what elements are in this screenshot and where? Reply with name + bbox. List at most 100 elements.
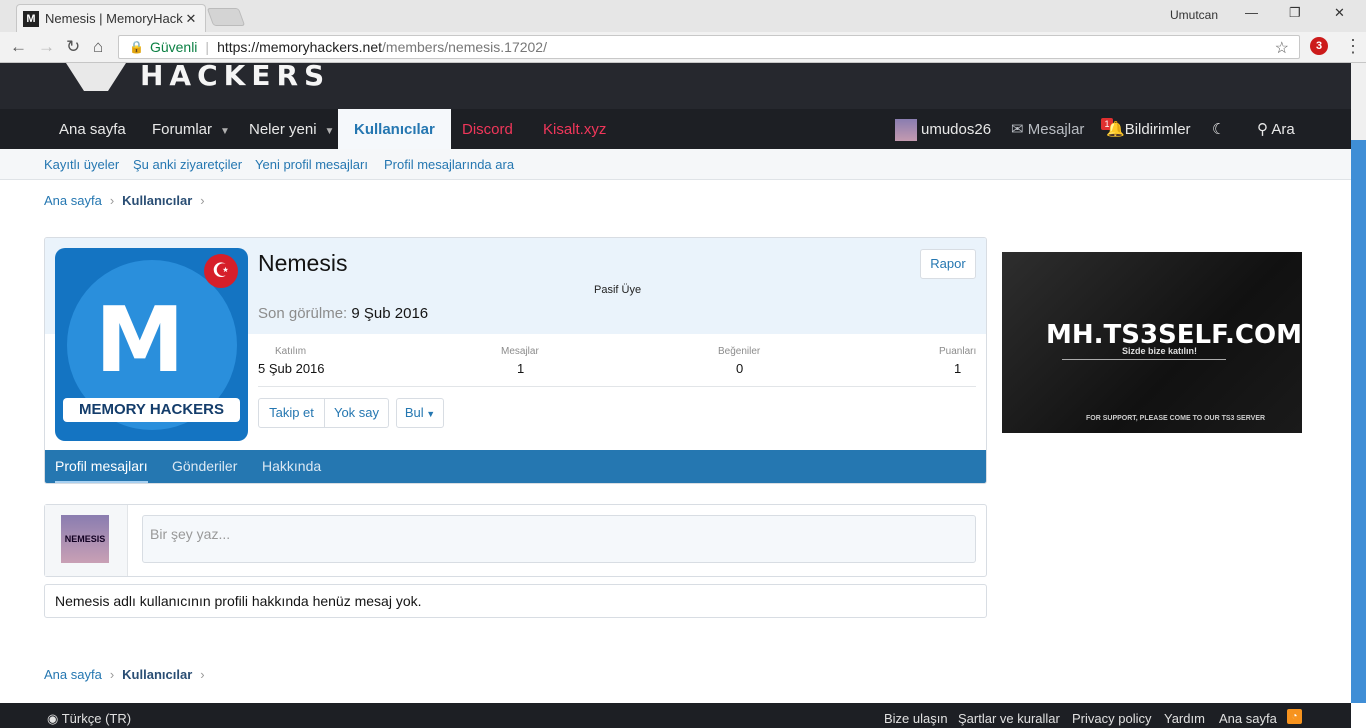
breadcrumb-members[interactable]: Kullanıcılar [122, 193, 192, 208]
subnav-search-profile-posts[interactable]: Profil mesajlarında ara [384, 157, 514, 172]
breadcrumb-members[interactable]: Kullanıcılar [122, 667, 192, 682]
bell-icon: 🔔 [1106, 121, 1125, 138]
address-separator: | [205, 39, 210, 55]
footer-home[interactable]: Ana sayfa [1219, 711, 1277, 726]
breadcrumb-home[interactable]: Ana sayfa [44, 667, 102, 682]
post-avatar-column: NEMESIS [45, 505, 128, 576]
nav-search[interactable]: ⚲ Ara [1257, 109, 1295, 149]
url-text: https://memoryhackers.net/members/nemesi… [217, 39, 547, 55]
stat-likes-value: 0 [736, 361, 744, 376]
nav-alerts[interactable]: 🔔Bildirimler [1106, 109, 1191, 149]
scrollbar-thumb[interactable] [1351, 140, 1366, 703]
nav-discord[interactable]: Discord [462, 109, 513, 149]
chevron-down-icon[interactable]: ▼ [220, 126, 230, 137]
window-close-icon[interactable]: ✕ [1334, 5, 1345, 21]
lock-icon: 🔒 [129, 40, 144, 54]
avatar[interactable]: NEMESIS [61, 515, 109, 563]
chevron-down-icon[interactable]: ▼ [325, 126, 335, 137]
stat-points-label: Puanları [939, 346, 977, 357]
site-logo[interactable]: HACKERS [140, 59, 330, 92]
url-host: https://memoryhackers.net [217, 39, 383, 55]
subnav-new-profile-posts[interactable]: Yeni profil mesajları [255, 157, 368, 172]
browser-tab[interactable]: M Nemesis | MemoryHacke ✕ [16, 4, 206, 32]
nav-messages[interactable]: ✉ Mesajlar [1011, 109, 1084, 149]
subnav-current-visitors[interactable]: Şu anki ziyaretçiler [133, 157, 242, 172]
nav-messages-label: Mesajlar [1027, 121, 1085, 138]
extension-icon[interactable]: 3 [1310, 37, 1328, 55]
reload-icon[interactable]: ↻ [66, 37, 80, 57]
browser-menu-icon[interactable]: ⋮ [1344, 36, 1362, 57]
chevron-right-icon: › [109, 667, 115, 682]
tab-title: Nemesis | MemoryHacke [45, 11, 183, 26]
address-bar[interactable]: 🔒 Güvenli | https://memoryhackers.net/me… [118, 35, 1300, 59]
url-path: /members/nemesis.17202/ [382, 39, 547, 55]
language-chooser[interactable]: ◉ Türkçe (TR) [47, 711, 131, 727]
report-button[interactable]: Rapor [920, 249, 976, 279]
forward-icon[interactable]: → [38, 37, 55, 57]
back-icon[interactable]: ← [10, 37, 27, 57]
chevron-down-icon: ▼ [423, 409, 436, 419]
logo-mark-icon[interactable] [66, 63, 126, 93]
new-tab-button[interactable] [206, 8, 246, 26]
stat-messages-label: Mesajlar [501, 346, 539, 357]
nav-whats-new[interactable]: Neler yeni ▼ [249, 109, 334, 149]
site-footer: ◉ Türkçe (TR) Bize ulaşın Şartlar ve kur… [0, 703, 1351, 728]
follow-button[interactable]: Takip et [258, 398, 325, 428]
footer-contact[interactable]: Bize ulaşın [884, 711, 948, 726]
nav-alerts-label: Bildirimler [1124, 121, 1191, 138]
post-input[interactable]: Bir şey yaz... [142, 515, 976, 563]
chevron-right-icon: › [109, 193, 115, 208]
rss-icon[interactable]: ◔ [1287, 709, 1302, 724]
browser-tabstrip: M Nemesis | MemoryHacke ✕ Umutcan — ❐ ✕ [0, 0, 1366, 32]
nav-kisalt[interactable]: Kisalt.xyz [543, 109, 606, 149]
browser-profile-name[interactable]: Umutcan [1170, 8, 1218, 22]
stat-messages-value[interactable]: 1 [517, 361, 524, 376]
tab-postings[interactable]: Gönderiler [172, 450, 237, 483]
envelope-icon: ✉ [1011, 121, 1028, 138]
profile-avatar[interactable]: M ☪ MEMORY HACKERS [55, 248, 248, 441]
stat-joined-label: Katılım [275, 346, 307, 357]
nav-search-label: Ara [1271, 121, 1295, 138]
moon-icon[interactable]: ☾ [1212, 109, 1225, 149]
home-icon[interactable]: ⌂ [93, 37, 103, 57]
restore-icon[interactable]: ❐ [1289, 5, 1301, 21]
turkish-flag-icon: ☪ [204, 254, 238, 288]
tab-about[interactable]: Hakkında [262, 450, 321, 483]
language-label: Türkçe (TR) [61, 711, 132, 726]
chevron-right-icon: › [200, 667, 205, 682]
nav-forums[interactable]: Forumlar ▼ [152, 109, 230, 149]
tab-profile-posts[interactable]: Profil mesajları [55, 450, 148, 483]
footer-privacy[interactable]: Privacy policy [1072, 711, 1151, 726]
stat-likes-label: Beğeniler [718, 346, 761, 357]
site-banner: HACKERS [0, 59, 1351, 109]
ignore-button[interactable]: Yok say [324, 398, 389, 428]
last-seen-label: Son görülme: [258, 305, 348, 322]
minimize-icon[interactable]: — [1245, 5, 1258, 20]
footer-terms[interactable]: Şartlar ve kurallar [958, 711, 1060, 726]
breadcrumb: Ana sayfa › Kullanıcılar › [44, 193, 213, 208]
profile-name: Nemesis [258, 250, 348, 276]
breadcrumb-home[interactable]: Ana sayfa [44, 193, 102, 208]
nav-whats-new-label: Neler yeni [249, 121, 317, 138]
subnav-registered-members[interactable]: Kayıtlı üyeler [44, 157, 119, 172]
nav-user-account[interactable]: umudos26 [895, 109, 991, 149]
m-logo-icon: M [95, 288, 185, 393]
avatar-caption: MEMORY HACKERS [63, 398, 240, 422]
ad-divider [1062, 359, 1226, 360]
sub-navbar: Kayıtlı üyeler Şu anki ziyaretçiler Yeni… [0, 149, 1351, 180]
footer-help[interactable]: Yardım [1164, 711, 1205, 726]
tab-close-icon[interactable]: ✕ [183, 11, 199, 27]
nav-username: umudos26 [921, 121, 992, 138]
nav-home[interactable]: Ana sayfa [59, 109, 126, 149]
stat-joined-value: 5 Şub 2016 [258, 361, 325, 376]
nav-forums-label: Forumlar [152, 121, 213, 138]
find-button[interactable]: Bul ▼ [396, 398, 444, 428]
ts3-advertisement[interactable]: MH.TS3SELF.COM Sizde bize katılın! FOR S… [1002, 252, 1302, 433]
find-button-label: Bul [404, 405, 424, 420]
stat-points-value[interactable]: 1 [954, 361, 961, 376]
main-navbar: Ana sayfa Forumlar ▼ Neler yeni ▼ Kullanıc… [0, 109, 1351, 149]
nav-members[interactable]: Kullanıcılar [338, 109, 451, 149]
bookmark-star-icon[interactable]: ☆ [1275, 38, 1289, 58]
user-title: Pasif Üye [594, 284, 642, 296]
profile-post-form: NEMESIS Bir şey yaz... [44, 504, 987, 577]
